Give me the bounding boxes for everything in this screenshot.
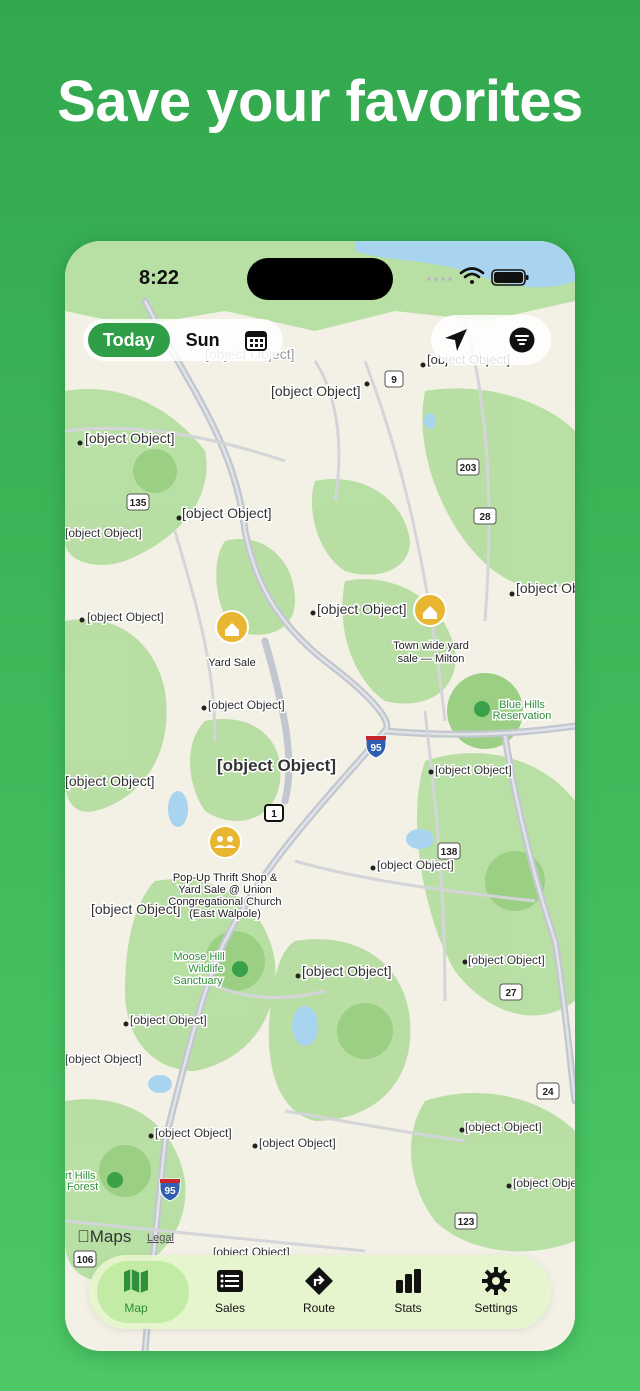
shield-138: 138 xyxy=(441,847,458,858)
gear-icon xyxy=(482,1267,510,1295)
park-label: Moose Hill xyxy=(173,951,224,963)
wifi-icon xyxy=(459,267,485,284)
tab-settings[interactable]: Settings xyxy=(451,1255,541,1329)
pin-label: Congregational Church xyxy=(168,896,281,908)
shield-27: 27 xyxy=(505,988,517,999)
tab-label: Map xyxy=(124,1301,148,1315)
place-label: [object Object] xyxy=(182,505,272,521)
park-label: Sanctuary xyxy=(173,975,223,987)
place-label: [object Object] xyxy=(377,858,454,872)
status-icons xyxy=(427,267,529,286)
route-icon xyxy=(305,1267,333,1295)
tab-stats[interactable]: Stats xyxy=(363,1255,453,1329)
calendar-icon[interactable] xyxy=(244,328,268,352)
place-label: [object Object] xyxy=(271,383,361,399)
tab-sales[interactable]: Sales xyxy=(185,1255,275,1329)
list-icon xyxy=(217,1270,243,1292)
place-label: [object Object] xyxy=(65,1052,142,1066)
park-label: Wildlife xyxy=(188,963,223,975)
place-label: [object Object] xyxy=(130,1013,207,1027)
tab-label: Sales xyxy=(214,1301,246,1315)
cellular-icon xyxy=(427,277,452,281)
apple-maps-logo: Maps xyxy=(77,1227,131,1246)
pin-label: Yard Sale xyxy=(208,657,256,669)
shield-95: 95 xyxy=(370,743,382,754)
place-label: [object Object] xyxy=(317,601,407,617)
tab-label: Route xyxy=(302,1301,336,1315)
phone-frame: 9 203 28 135 95 1 138 27 24 95 123 106 [… xyxy=(65,241,575,1351)
chart-icon xyxy=(396,1269,421,1293)
pin-label: sale — Milton xyxy=(398,653,465,665)
pin-label: (East Walpole) xyxy=(189,908,261,920)
park-label: Forest xyxy=(67,1181,98,1193)
tab-label: Stats xyxy=(394,1301,422,1315)
park-label: Reservation xyxy=(493,710,552,722)
shield-95-south: 95 xyxy=(164,1186,176,1197)
shield-1: 1 xyxy=(271,809,277,820)
sunday-button[interactable]: Sun xyxy=(186,330,220,351)
date-selector: Today Sun xyxy=(83,319,283,361)
place-label: [object Object] xyxy=(465,1120,542,1134)
place-label: [object Object] xyxy=(91,901,181,917)
tab-bar: Map Sales Route Stats Settings xyxy=(89,1255,551,1329)
place-label: [object Object] xyxy=(85,430,175,446)
place-label: [object Object] xyxy=(65,526,142,540)
pin-label: Yard Sale @ Union xyxy=(178,884,272,896)
shield-9: 9 xyxy=(391,375,397,386)
place-label: [object Object] xyxy=(208,698,285,712)
map-view[interactable]: 9 203 28 135 95 1 138 27 24 95 123 106 [… xyxy=(65,241,575,1351)
tab-map[interactable]: Map xyxy=(91,1255,189,1329)
place-label: [object Object] xyxy=(217,756,336,775)
place-label: [object Object] xyxy=(435,763,512,777)
place-label: [object Object] xyxy=(513,1176,575,1190)
place-label: [object Object] xyxy=(65,773,155,789)
place-label: [object Object] xyxy=(87,610,164,624)
place-label: [object Object] xyxy=(259,1136,336,1150)
dynamic-island xyxy=(247,258,393,300)
shield-28: 28 xyxy=(479,512,491,523)
place-label: [object Object] xyxy=(468,953,545,967)
pin-label: Pop-Up Thrift Shop & xyxy=(173,872,278,884)
shield-123: 123 xyxy=(458,1217,475,1228)
shield-24: 24 xyxy=(542,1087,554,1098)
today-button[interactable]: Today xyxy=(88,323,170,357)
location-arrow-icon[interactable] xyxy=(443,327,469,353)
tab-label: Settings xyxy=(474,1301,518,1315)
place-label: [object Object] xyxy=(302,963,392,979)
headline: Save your favorites xyxy=(57,69,583,134)
tab-route[interactable]: Route xyxy=(274,1255,364,1329)
map-controls xyxy=(431,315,551,365)
place-label: [object Object] xyxy=(155,1126,232,1140)
shield-135: 135 xyxy=(130,498,147,509)
legal-link[interactable]: Legal xyxy=(147,1232,174,1244)
place-label: [object Object] xyxy=(516,580,575,596)
filter-icon[interactable] xyxy=(509,327,535,353)
battery-icon xyxy=(491,269,529,286)
pin-label: Town wide yard xyxy=(393,640,469,652)
map-icon xyxy=(124,1269,148,1293)
shield-203: 203 xyxy=(460,463,477,474)
status-time: 8:22 xyxy=(139,267,180,289)
